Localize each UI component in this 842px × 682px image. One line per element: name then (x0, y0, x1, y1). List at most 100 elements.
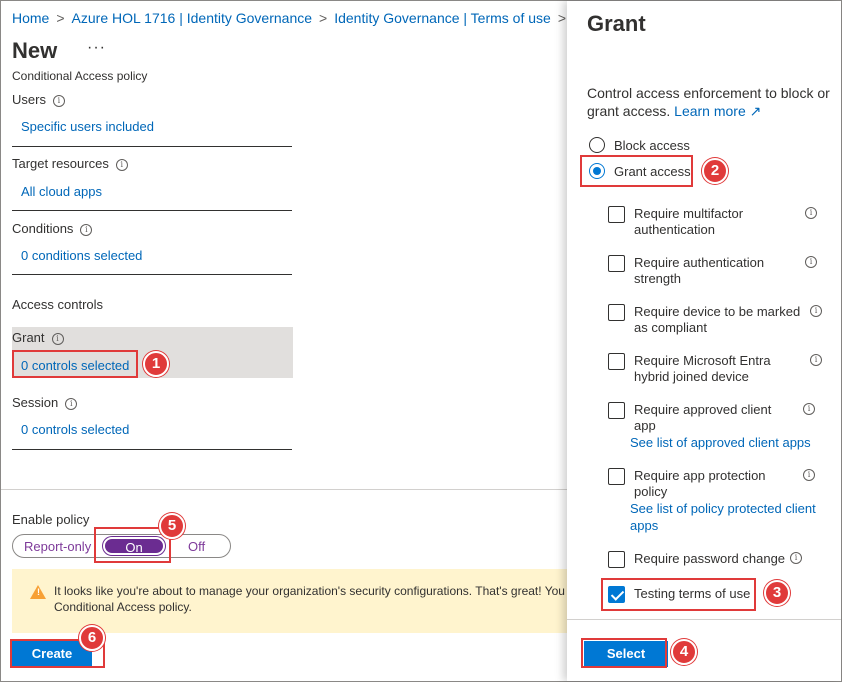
callout-badge-6: 6 (79, 625, 105, 651)
warning-icon-mark: ! (37, 587, 40, 597)
info-icon[interactable]: i (65, 398, 78, 410)
callout-badge-2: 2 (702, 158, 728, 184)
external-link-icon: ↗ (749, 103, 762, 119)
divider (12, 146, 292, 147)
label-line: Require app protection (634, 468, 766, 483)
users-label: Users i (12, 92, 65, 107)
grant-panel-title: Grant (587, 11, 646, 36)
warning-line-2: Conditional Access policy. (54, 600, 192, 614)
warning-banner: ! It looks like you're about to manage y… (12, 569, 567, 633)
callout-highlight-select (581, 638, 667, 668)
block-access-label[interactable]: Block access (614, 138, 690, 153)
require-hybrid-joined-checkbox[interactable] (608, 353, 625, 370)
protected-apps-link[interactable]: See list of policy protected client apps (630, 500, 816, 534)
grant-label-text: Grant (12, 330, 45, 345)
callout-highlight-grant (12, 350, 138, 378)
conditions-label-text: Conditions (12, 221, 74, 236)
label-line: hybrid joined device (634, 369, 749, 384)
toggle-off[interactable]: Off (188, 539, 205, 554)
callout-highlight-toggle (94, 527, 171, 563)
callout-badge-1: 1 (143, 351, 169, 377)
breadcrumb-terms-of-use[interactable]: Identity Governance | Terms of use (334, 10, 551, 26)
conditions-link[interactable]: 0 conditions selected (21, 248, 142, 263)
callout-badge-3: 3 (764, 580, 790, 606)
session-controls-link[interactable]: 0 controls selected (21, 422, 129, 437)
enable-policy-label: Enable policy (12, 512, 90, 527)
grant-panel-description: Control access enforcement to block or g… (587, 84, 837, 120)
warning-line-1: It looks like you're about to manage you… (54, 584, 565, 598)
label-line: Require multifactor (634, 206, 744, 221)
require-approved-app-checkbox[interactable] (608, 402, 625, 419)
policy-editor: Home > Azure HOL 1716 | Identity Governanc… (1, 1, 567, 681)
block-access-radio[interactable] (589, 137, 605, 153)
label-line: Require approved client (634, 402, 772, 417)
require-password-change-label[interactable]: Require password change (634, 551, 785, 567)
more-options-button[interactable]: ··· (87, 39, 106, 57)
info-icon[interactable]: i (52, 95, 65, 107)
link-line: apps (630, 518, 659, 533)
target-resources-link[interactable]: All cloud apps (21, 184, 102, 199)
label-line: Require Microsoft Entra (634, 353, 771, 368)
require-compliant-device-label[interactable]: Require device to be marked as compliant (634, 304, 800, 336)
info-icon[interactable]: i (790, 552, 802, 564)
target-resources-label: Target resources i (12, 156, 128, 171)
breadcrumb: Home > Azure HOL 1716 | Identity Governanc… (12, 10, 567, 26)
label-line: Require authentication (634, 255, 765, 270)
conditions-label: Conditions i (12, 221, 93, 236)
breadcrumb-separator: > (56, 10, 65, 26)
label-line: Require device to be marked (634, 304, 801, 319)
callout-highlight-terms-of-use (601, 578, 756, 611)
require-mfa-label[interactable]: Require multifactor authentication (634, 206, 743, 238)
access-controls-heading: Access controls (12, 297, 104, 312)
info-icon[interactable]: i (810, 354, 822, 366)
require-auth-strength-label[interactable]: Require authentication strength (634, 255, 764, 287)
require-app-protection-checkbox[interactable] (608, 468, 625, 485)
warning-text: It looks like you're about to manage you… (54, 583, 567, 615)
require-approved-app-label[interactable]: Require approved client app (634, 402, 771, 434)
users-label-text: Users (12, 92, 46, 107)
learn-more-link[interactable]: Learn more ↗ (674, 103, 761, 119)
session-label: Session i (12, 395, 78, 410)
users-link[interactable]: Specific users included (21, 119, 154, 134)
page-title: New (12, 38, 58, 63)
callout-badge-5: 5 (159, 513, 185, 539)
info-icon[interactable]: i (115, 159, 128, 171)
require-mfa-checkbox[interactable] (608, 206, 625, 223)
require-password-change-checkbox[interactable] (608, 551, 625, 568)
grant-label: Grant i (12, 330, 64, 345)
require-compliant-device-checkbox[interactable] (608, 304, 625, 321)
breadcrumb-home[interactable]: Home (12, 10, 49, 26)
learn-more-text: Learn more (674, 103, 746, 119)
callout-highlight-grant-access (580, 155, 693, 187)
label-line: authentication (634, 222, 715, 237)
breadcrumb-azure-hol[interactable]: Azure HOL 1716 | Identity Governance (72, 10, 312, 26)
require-hybrid-joined-label[interactable]: Require Microsoft Entra hybrid joined dev… (634, 353, 771, 385)
info-icon[interactable]: i (51, 333, 64, 345)
info-icon[interactable]: i (80, 224, 93, 236)
link-line: See list of policy protected client (630, 501, 816, 516)
info-icon[interactable]: i (803, 403, 815, 415)
info-icon[interactable]: i (805, 256, 817, 268)
breadcrumb-separator: > (319, 10, 328, 26)
label-line: app (634, 418, 656, 433)
target-resources-label-text: Target resources (12, 156, 109, 171)
breadcrumb-separator: > (557, 10, 567, 26)
page-subtitle: Conditional Access policy (12, 69, 148, 83)
footer-divider (1, 489, 567, 490)
label-line: as compliant (634, 320, 707, 335)
require-app-protection-label[interactable]: Require app protection policy (634, 468, 766, 500)
label-line: policy (634, 484, 668, 499)
info-icon[interactable]: i (805, 207, 817, 219)
callout-badge-4: 4 (671, 639, 697, 665)
panel-footer-divider (567, 619, 841, 620)
divider (12, 449, 292, 450)
grant-panel: Grant Control access enforcement to bloc… (567, 1, 841, 681)
info-icon[interactable]: i (810, 305, 822, 317)
label-line: strength (634, 271, 681, 286)
approved-apps-link[interactable]: See list of approved client apps (630, 434, 811, 451)
info-icon[interactable]: i (803, 469, 815, 481)
require-auth-strength-checkbox[interactable] (608, 255, 625, 272)
session-label-text: Session (12, 395, 59, 410)
divider (12, 274, 292, 275)
toggle-report-only[interactable]: Report-only (24, 539, 91, 554)
